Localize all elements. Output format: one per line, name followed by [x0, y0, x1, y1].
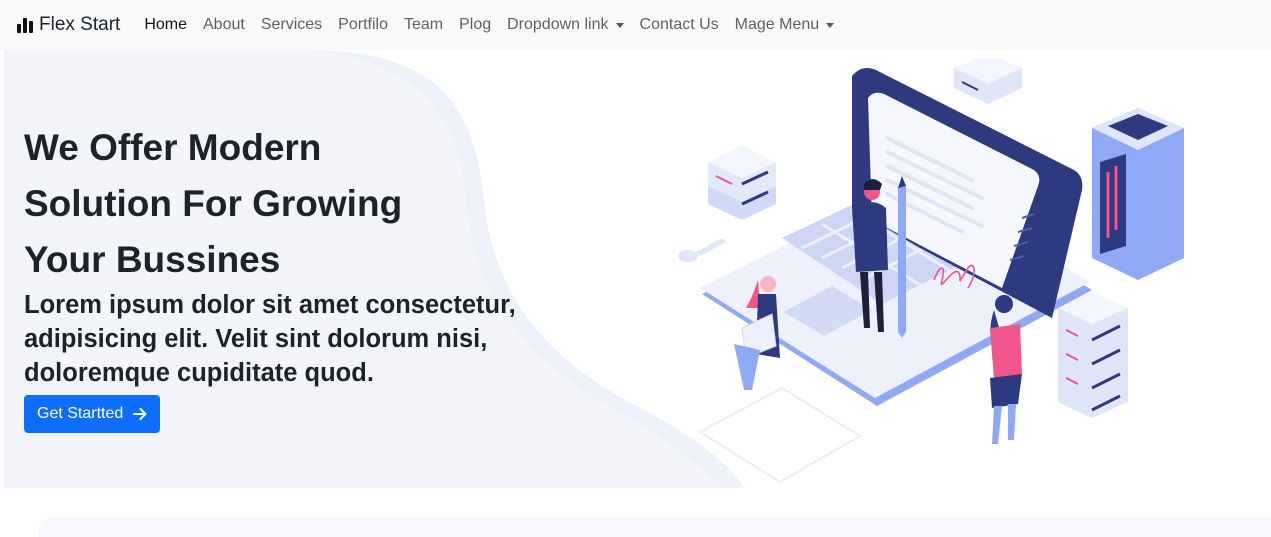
- hero-subtitle-line: doloremque cupiditate quod.: [24, 359, 374, 387]
- hero-section: We Offer Modern Solution For Growing You…: [4, 50, 1271, 488]
- hero-title: We Offer Modern Solution For Growing You…: [24, 120, 584, 288]
- laptop-team-illustration: [678, 58, 1184, 484]
- arrow-right-icon: [133, 408, 147, 420]
- hero-content: We Offer Modern Solution For Growing You…: [24, 120, 584, 433]
- caret-down-icon: [826, 22, 835, 28]
- nav-item-home[interactable]: Home: [136, 8, 195, 42]
- bar-chart-icon: [17, 18, 33, 33]
- nav-item-label: Dropdown link: [507, 16, 609, 33]
- navbar: Flex Start Home About Services Portfilo …: [0, 0, 1271, 50]
- server-top: [954, 58, 1022, 104]
- nav-item-about[interactable]: About: [195, 8, 253, 42]
- nav-item-label: Team: [403, 16, 444, 33]
- hero-title-line: Solution For Growing: [24, 183, 403, 224]
- nav-item-label: Mage Menu: [734, 16, 820, 33]
- get-started-label: Get Startted: [37, 405, 124, 422]
- tall-server-right: [1092, 108, 1184, 280]
- brand-link[interactable]: Flex Start: [16, 14, 120, 36]
- nav-item-label: Services: [260, 16, 323, 33]
- nav-item-label: Plog: [459, 16, 492, 33]
- server-stack-left: [708, 146, 776, 220]
- hero-title-line: Your Bussines: [24, 239, 281, 280]
- get-started-button[interactable]: Get Startted: [24, 395, 161, 433]
- hero-subtitle-line: adipisicing elit. Velit sint dolorum nis…: [24, 325, 488, 353]
- caret-down-icon: [615, 22, 624, 28]
- pen-shape: [898, 176, 906, 338]
- nav-item-label: Portfilo: [338, 16, 388, 33]
- nav-item-dropdown-link[interactable]: Dropdown link: [499, 8, 631, 42]
- nav-item-mage-menu[interactable]: Mage Menu: [727, 8, 843, 42]
- key-shape: [678, 238, 726, 262]
- floor-tile-shape: [698, 386, 862, 484]
- hero-subtitle: Lorem ipsum dolor sit amet consectetur, …: [24, 288, 584, 390]
- nav-item-portfilo[interactable]: Portfilo: [330, 8, 396, 42]
- nav-item-plog[interactable]: Plog: [451, 8, 499, 42]
- brand-name: Flex Start: [39, 14, 121, 35]
- hero-title-line: We Offer Modern: [24, 127, 322, 168]
- nav-item-team[interactable]: Team: [396, 8, 451, 42]
- nav-item-contact-us[interactable]: Contact Us: [632, 8, 727, 42]
- nav-item-label: About: [203, 16, 245, 33]
- hero-subtitle-line: Lorem ipsum dolor sit amet consectetur,: [24, 291, 516, 319]
- server-stack-right: [1058, 292, 1128, 418]
- next-section-edge: [38, 517, 1271, 537]
- nav-item-label: Home: [144, 16, 187, 33]
- nav-menu: Home About Services Portfilo Team Plog D…: [136, 8, 842, 42]
- nav-item-label: Contact Us: [639, 16, 719, 33]
- nav-item-services[interactable]: Services: [253, 8, 330, 42]
